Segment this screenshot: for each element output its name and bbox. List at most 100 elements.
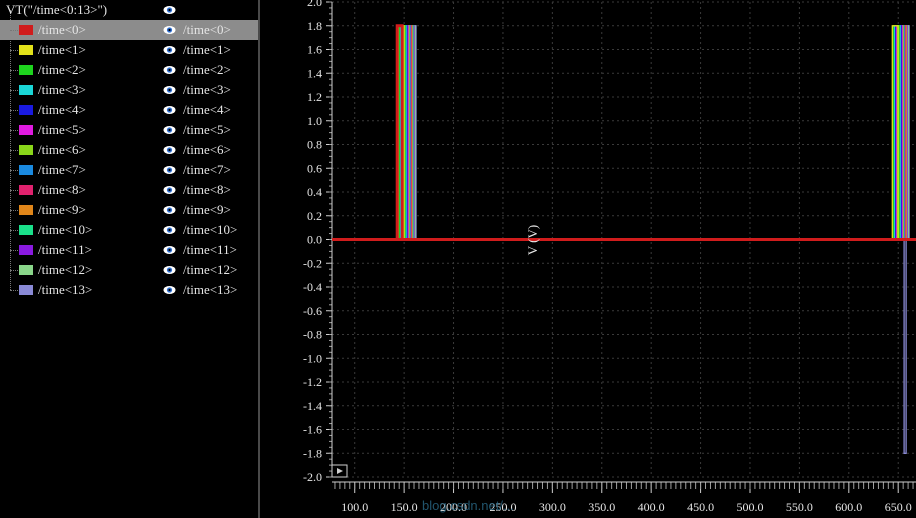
play-icon	[337, 468, 343, 474]
signal-row[interactable]: /time<13> /time<13>	[0, 280, 258, 300]
eye-icon[interactable]	[163, 84, 176, 96]
series-line-13	[332, 25, 916, 241]
eye-icon[interactable]	[163, 244, 176, 256]
y-axis-label: V (V)	[525, 225, 540, 255]
y-tick-label: 0.8	[307, 138, 322, 152]
y-tick-label: 0.6	[307, 161, 322, 175]
eye-icon[interactable]	[163, 64, 176, 76]
signal-color-swatch[interactable]	[19, 185, 33, 195]
x-tick-label: 600.0	[835, 500, 862, 514]
series-line-4	[332, 25, 916, 241]
signal-color-swatch[interactable]	[19, 265, 33, 275]
signal-color-swatch[interactable]	[19, 245, 33, 255]
series-line-7	[332, 25, 916, 241]
signal-color-swatch[interactable]	[19, 145, 33, 155]
tree-connector	[10, 130, 18, 131]
signal-row[interactable]: /time<9> /time<9>	[0, 200, 258, 220]
y-tick-label: -1.6	[303, 423, 322, 437]
watermark: blog.csdn.net/...	[422, 498, 514, 513]
eye-icon[interactable]	[163, 44, 176, 56]
signal-color-swatch[interactable]	[19, 105, 33, 115]
signal-row[interactable]: /time<7> /time<7>	[0, 160, 258, 180]
signal-color-swatch[interactable]	[19, 85, 33, 95]
signal-color-swatch[interactable]	[19, 225, 33, 235]
tree-connector	[10, 250, 18, 251]
y-tick-label: -1.2	[303, 375, 322, 389]
y-tick-label: -2.0	[303, 470, 322, 484]
series-line-9	[332, 25, 916, 241]
signal-alias: /time<5>	[183, 122, 231, 137]
series-line-11	[332, 25, 916, 241]
y-tick-label: -1.0	[303, 351, 322, 365]
signal-row[interactable]: /time<6> /time<6>	[0, 140, 258, 160]
signal-group-row[interactable]: VT("/time<0:13>")	[0, 0, 258, 20]
eye-icon[interactable]	[163, 4, 176, 16]
signal-color-swatch[interactable]	[19, 285, 33, 295]
y-tick-label: 1.4	[307, 66, 322, 80]
signal-row[interactable]: /time<11> /time<11>	[0, 240, 258, 260]
signal-row[interactable]: /time<3> /time<3>	[0, 80, 258, 100]
y-tick-label: 1.2	[307, 90, 322, 104]
signal-color-swatch[interactable]	[19, 65, 33, 75]
y-tick-label: 0.4	[307, 185, 322, 199]
signal-color-swatch[interactable]	[19, 125, 33, 135]
eye-icon[interactable]	[163, 164, 176, 176]
x-tick-label: 450.0	[687, 500, 714, 514]
eye-icon[interactable]	[163, 224, 176, 236]
signal-group-label: VT("/time<0:13>")	[6, 2, 108, 17]
play-button[interactable]	[331, 464, 348, 478]
signal-color-swatch[interactable]	[19, 25, 33, 35]
y-tick-label: -1.4	[303, 399, 322, 413]
y-tick-label: 0.0	[307, 233, 322, 247]
signal-name: /time<1>	[38, 42, 86, 57]
eye-icon[interactable]	[163, 104, 176, 116]
signal-row[interactable]: /time<1> /time<1>	[0, 40, 258, 60]
series-line-10	[332, 25, 916, 241]
eye-icon[interactable]	[163, 284, 176, 296]
eye-icon[interactable]	[163, 144, 176, 156]
signal-name: /time<0>	[38, 22, 86, 37]
tree-connector	[10, 190, 18, 191]
series-line-5	[332, 25, 916, 241]
signal-name: /time<12>	[38, 262, 93, 277]
series-line-8	[332, 25, 916, 241]
eye-icon[interactable]	[163, 124, 176, 136]
tree-connector	[10, 110, 18, 111]
signal-row[interactable]: /time<5> /time<5>	[0, 120, 258, 140]
y-tick-label: -0.6	[303, 304, 322, 318]
tree-connector	[10, 150, 18, 151]
signal-row[interactable]: /time<0> /time<0>	[0, 20, 258, 40]
signal-alias: /time<11>	[183, 242, 237, 257]
signal-color-swatch[interactable]	[19, 45, 33, 55]
tree-connector	[10, 70, 18, 71]
signal-name: /time<6>	[38, 142, 86, 157]
signal-row[interactable]: /time<12> /time<12>	[0, 260, 258, 280]
signal-alias: /time<8>	[183, 182, 231, 197]
signal-row[interactable]: /time<4> /time<4>	[0, 100, 258, 120]
signal-alias: /time<13>	[183, 282, 238, 297]
signal-name: /time<5>	[38, 122, 86, 137]
waveform-plot[interactable]: 2.0 1.8 1.6 1.4 1.2 1.0 0.8 0.6 0.4 0.2 0.0 -0.2 -0.…	[260, 0, 916, 518]
signal-alias: /time<4>	[183, 102, 231, 117]
signal-alias: /time<6>	[183, 142, 231, 157]
signal-row[interactable]: /time<2> /time<2>	[0, 60, 258, 80]
signal-color-swatch[interactable]	[19, 165, 33, 175]
plot-series	[332, 24, 916, 454]
y-tick-label: -1.8	[303, 446, 322, 460]
tree-connector	[10, 290, 18, 291]
series-line-0	[332, 24, 916, 241]
eye-icon[interactable]	[163, 264, 176, 276]
eye-icon[interactable]	[163, 204, 176, 216]
signal-color-swatch[interactable]	[19, 205, 33, 215]
y-tick-label: 1.0	[307, 114, 322, 128]
signal-row[interactable]: /time<10> /time<10>	[0, 220, 258, 240]
signal-name: /time<11>	[38, 242, 92, 257]
signal-name: /time<4>	[38, 102, 86, 117]
signal-row[interactable]: /time<8> /time<8>	[0, 180, 258, 200]
x-tick-label: 100.0	[341, 500, 368, 514]
eye-icon[interactable]	[163, 184, 176, 196]
tree-connector	[10, 50, 18, 51]
y-tick-label: 1.8	[307, 19, 322, 33]
signal-name: /time<3>	[38, 82, 86, 97]
eye-icon[interactable]	[163, 24, 176, 36]
